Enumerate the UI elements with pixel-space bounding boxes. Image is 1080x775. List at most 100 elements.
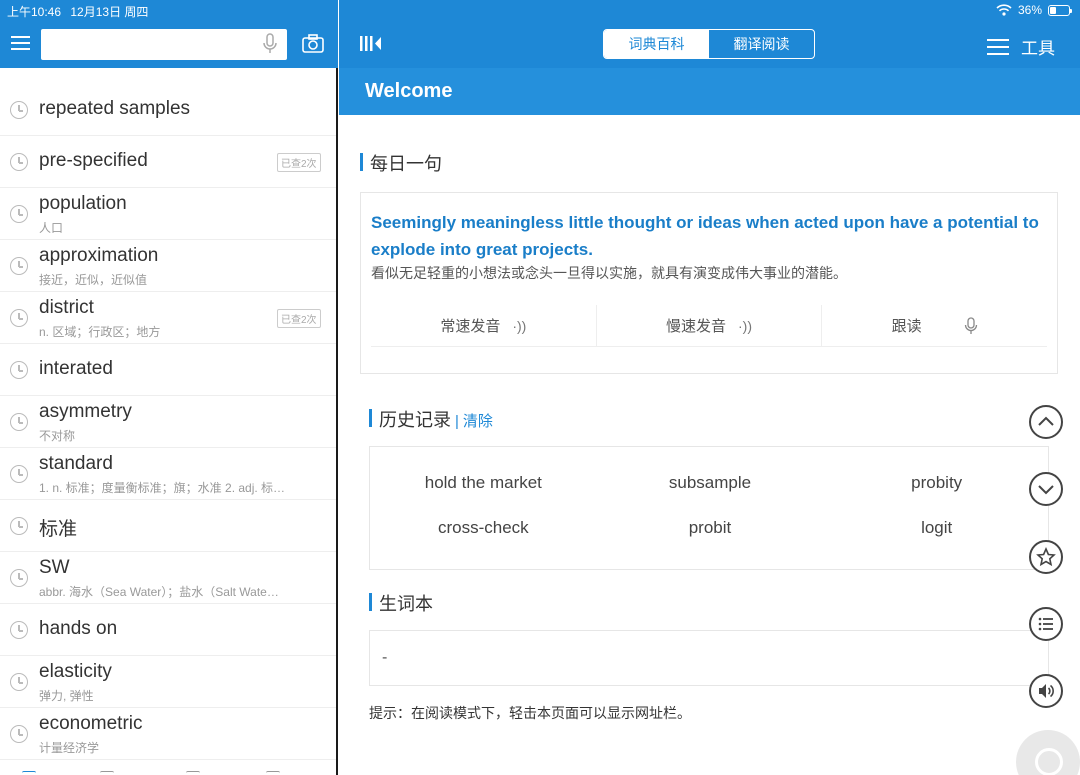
list-item-word: econometric (39, 713, 143, 734)
microphone-icon[interactable] (262, 33, 278, 55)
list-item-word: pre-specified (39, 150, 148, 171)
daily-sentence-card: Seemingly meaningless little thought or … (360, 192, 1058, 374)
list-icon (987, 38, 1009, 56)
history-clock-icon (10, 465, 28, 483)
list-item[interactable]: hands on (0, 604, 336, 656)
normal-speed-button[interactable]: 常速发音 ·)) (371, 305, 597, 346)
list-item-word: population (39, 193, 127, 214)
assistive-touch-button[interactable] (1016, 730, 1080, 775)
list-item-word: 标准 (39, 519, 78, 540)
bottom-tab-bar (0, 767, 336, 775)
list-item[interactable]: SW abbr. 海水（Sea Water）；盐水（Salt Wate… (0, 552, 336, 604)
list-item-word: asymmetry (39, 401, 132, 422)
slow-speed-button[interactable]: 慢速发音 ·)) (597, 305, 823, 346)
status-indicators: 36% (996, 3, 1072, 17)
history-word[interactable]: probity (823, 473, 1050, 493)
list-item[interactable]: standard 1. n. 标准；度量衡标准；旗；水准 2. adj. 标… (0, 448, 336, 500)
list-item-word: interated (39, 358, 113, 379)
list-item[interactable]: approximation 接近，近似，近似值 (0, 240, 336, 292)
list-item-word: SW (39, 557, 70, 578)
history-clock-icon (10, 205, 28, 223)
sound-icon: ·)) (738, 317, 753, 334)
list-item[interactable]: econometric 计量经济学 (0, 708, 336, 760)
history-clock-icon (10, 153, 28, 171)
tab-icon-notes[interactable] (186, 771, 200, 775)
list-item[interactable]: asymmetry 不对称 (0, 396, 336, 448)
notebook-card: - (369, 630, 1049, 686)
list-item[interactable]: 标准 (0, 500, 336, 552)
sound-icon: ·)) (512, 317, 527, 334)
history-clock-icon (10, 413, 28, 431)
follow-read-button[interactable]: 跟读 (822, 305, 1047, 346)
list-item[interactable]: interated (0, 344, 336, 396)
reading-tip: 提示：在阅读模式下，轻击本页面可以显示网址栏。 (369, 705, 691, 721)
chevron-up-icon (1038, 416, 1054, 426)
welcome-bar: Welcome (339, 68, 1080, 115)
history-clock-icon (10, 517, 28, 535)
list-item[interactable]: population 人口 (0, 188, 336, 240)
lookup-count-badge: 已查2次 (277, 309, 321, 328)
battery-icon (1048, 4, 1072, 16)
status-bar: 上午10:46 12月13日 周四 36% (0, 0, 1080, 20)
library-icon[interactable] (359, 35, 383, 52)
tab-dictionary[interactable]: 词典百科 (604, 30, 709, 58)
list-item-definition: 接近，近似，近似值 (39, 273, 148, 287)
history-clock-icon (10, 569, 28, 587)
microphone-icon (964, 316, 977, 334)
history-clock-icon (10, 309, 28, 327)
star-icon (1036, 547, 1056, 567)
history-word[interactable]: cross-check (370, 518, 597, 538)
menu-list-button[interactable] (1029, 607, 1063, 641)
history-card: hold the market subsample probity cross-che… (369, 446, 1049, 570)
daily-chinese: 看似无足轻重的小想法或念头一旦得以实施，就具有演变成伟大事业的潜能。 (371, 265, 847, 281)
notebook-title: 生词本 (369, 590, 433, 616)
history-clock-icon (10, 101, 28, 119)
speaker-icon (1039, 684, 1054, 698)
battery-percent: 36% (1017, 3, 1042, 17)
tab-icon-home[interactable] (22, 771, 36, 775)
normal-speed-label: 常速发音 (440, 318, 501, 335)
scroll-down-button[interactable] (1029, 472, 1063, 506)
chevron-down-icon (1038, 485, 1054, 495)
status-time-date: 上午10:46 12月13日 周四 (7, 3, 148, 20)
list-item-definition: 不对称 (39, 429, 76, 443)
list-item[interactable]: elasticity 弹力, 弹性 (0, 656, 336, 708)
camera-icon[interactable] (302, 34, 324, 54)
list-item-definition: 计量经济学 (39, 741, 100, 755)
scroll-up-button[interactable] (1029, 405, 1063, 439)
lookup-count-badge: 已查2次 (277, 153, 321, 172)
daily-actions: 常速发音 ·)) 慢速发音 ·)) 跟读 (371, 305, 1047, 347)
list-item[interactable]: repeated samples (0, 84, 336, 136)
favorite-button[interactable] (1029, 540, 1063, 574)
history-word[interactable]: subsample (597, 473, 824, 493)
list-item-word: standard (39, 453, 113, 474)
list-item[interactable]: district n. 区域；行政区；地方 已查2次 (0, 292, 336, 344)
history-word[interactable]: probit (597, 518, 824, 538)
tab-translate[interactable]: 翻译阅读 (709, 30, 814, 58)
history-clock-icon (10, 361, 28, 379)
follow-read-label: 跟读 (891, 318, 922, 335)
history-word[interactable]: hold the market (370, 473, 597, 493)
tab-icon-profile[interactable] (266, 771, 280, 775)
search-sidebar: repeated samples pre-specified 已查2次 populat… (0, 0, 338, 775)
speaker-button[interactable] (1029, 674, 1063, 708)
search-input[interactable] (41, 29, 287, 60)
menu-icon[interactable] (11, 36, 30, 51)
tools-label: 工具 (1021, 39, 1055, 58)
list-item-word: hands on (39, 618, 118, 639)
history-word-list: repeated samples pre-specified 已查2次 populat… (0, 84, 336, 760)
list-item-word: district (39, 297, 94, 318)
tab-icon-search[interactable] (100, 771, 114, 775)
history-clock-icon (10, 257, 28, 275)
list-item-word: repeated samples (39, 98, 191, 119)
history-separator: | (455, 413, 459, 430)
history-word[interactable]: logit (823, 518, 1050, 538)
tools-button[interactable]: 工具 (987, 34, 1055, 59)
clear-history-link[interactable]: 清除 (463, 413, 493, 430)
daily-english: Seemingly meaningless little thought or … (371, 213, 1039, 259)
list-item-definition: n. 区域；行政区；地方 (39, 325, 161, 339)
notebook-value: - (382, 649, 388, 666)
list-item-definition: 弹力, 弹性 (39, 689, 94, 703)
status-date: 12月13日 周四 (70, 5, 149, 19)
list-item[interactable]: pre-specified 已查2次 (0, 136, 336, 188)
